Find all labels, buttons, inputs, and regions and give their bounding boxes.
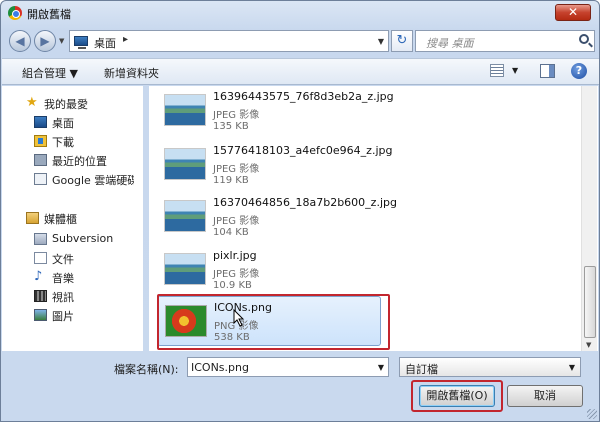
cancel-button[interactable]: 取消 [507,385,583,407]
filename-value: ICONs.png [191,361,249,374]
star-icon: ★ [26,95,38,110]
downloads-icon [34,135,47,147]
image-thumbnail [164,200,206,232]
highlight-box [411,380,503,412]
refresh-button[interactable]: ↻ [391,30,413,52]
recent-pages-dropdown-icon[interactable]: ▼ [59,37,64,45]
navigation-pane: ★ 我的最愛 桌面 下載 最近的位置 Google 雲端硬碟 媒體櫃 Subve… [2,86,143,351]
desktop-icon [34,116,47,128]
search-placeholder: 搜尋 桌面 [426,37,474,50]
image-thumbnail [164,94,206,126]
file-type: JPEG 影像 [213,269,260,280]
video-icon [34,290,47,302]
file-size: 10.9 KB [213,280,252,291]
image-thumbnail [164,253,206,285]
search-icon[interactable] [579,34,589,44]
breadcrumb-desktop[interactable]: 桌面 [94,35,116,51]
file-type: JPEG 影像 [213,216,260,227]
preview-pane-icon[interactable] [540,64,555,78]
breadcrumb-chevron-icon[interactable]: ▸ [123,34,128,45]
search-box[interactable]: 搜尋 桌面 [415,30,595,52]
new-folder-button[interactable]: 新增資料夾 [104,65,159,81]
navigation-scrollbar[interactable] [134,86,143,351]
address-bar[interactable]: 桌面 ▸ ▼ [69,30,389,52]
desktop-icon [74,36,88,49]
scrollbar-thumb[interactable] [584,266,596,338]
window-title: 開啟舊檔 [27,8,71,21]
view-dropdown-icon[interactable]: ▼ [512,66,518,75]
music-icon: ♪ [34,269,43,284]
resize-grip[interactable] [587,409,597,419]
file-size: 119 KB [213,175,249,186]
title-bar: 開啟舊檔 ✕ [1,1,599,25]
highlight-box [157,294,390,350]
file-name: 16396443575_76f8d3eb2a_z.jpg [213,90,394,103]
file-name: 16370464856_18a7b2b600_z.jpg [213,196,397,209]
google-drive-icon [34,173,47,185]
documents-icon [34,252,47,264]
close-button[interactable]: ✕ [555,4,591,21]
file-size: 104 KB [213,227,249,238]
view-options-icon[interactable] [490,64,504,77]
chrome-icon [8,6,22,20]
subversion-icon [34,233,47,245]
file-name: pixlr.jpg [213,249,257,262]
file-item[interactable]: 16396443575_76f8d3eb2a_z.jpg JPEG 影像 135… [157,86,394,136]
open-file-dialog: 開啟舊檔 ✕ ◀ ▶ ▼ 桌面 ▸ ▼ ↻ 搜尋 桌面 組合管理 ▼ 新增資料夾… [0,0,600,422]
file-type: JPEG 影像 [213,110,260,121]
file-item[interactable]: 15776418103_a4efc0e964_z.jpg JPEG 影像 119… [157,140,392,190]
scroll-down-icon[interactable]: ▼ [586,341,591,349]
filename-field[interactable]: ICONs.png ▼ [187,357,389,377]
image-thumbnail [164,148,206,180]
file-type: JPEG 影像 [213,164,260,175]
filter-dropdown-icon[interactable]: ▼ [569,363,575,372]
address-dropdown-icon[interactable]: ▼ [378,37,384,46]
file-type-filter[interactable]: 自訂檔 ▼ [399,357,581,377]
file-list-scrollbar[interactable]: ▼ [581,86,597,351]
mouse-cursor-icon [233,309,245,327]
file-item[interactable]: pixlr.jpg JPEG 影像 10.9 KB [157,245,377,295]
filename-label: 檔案名稱(N): [114,363,179,376]
organize-menu[interactable]: 組合管理 ▼ [22,65,78,81]
help-icon[interactable]: ? [571,63,587,79]
back-button[interactable]: ◀ [9,30,31,52]
file-size: 135 KB [213,121,249,132]
forward-button[interactable]: ▶ [34,30,56,52]
command-toolbar: 組合管理 ▼ 新增資料夾 ▼ ? [2,58,599,85]
filename-dropdown-icon[interactable]: ▼ [378,363,384,372]
file-name: 15776418103_a4efc0e964_z.jpg [213,144,393,157]
recent-places-icon [34,154,47,166]
filter-value: 自訂檔 [405,363,438,376]
file-item[interactable]: 16370464856_18a7b2b600_z.jpg JPEG 影像 104… [157,192,397,242]
pictures-icon [34,309,47,321]
libraries-icon [26,212,39,224]
